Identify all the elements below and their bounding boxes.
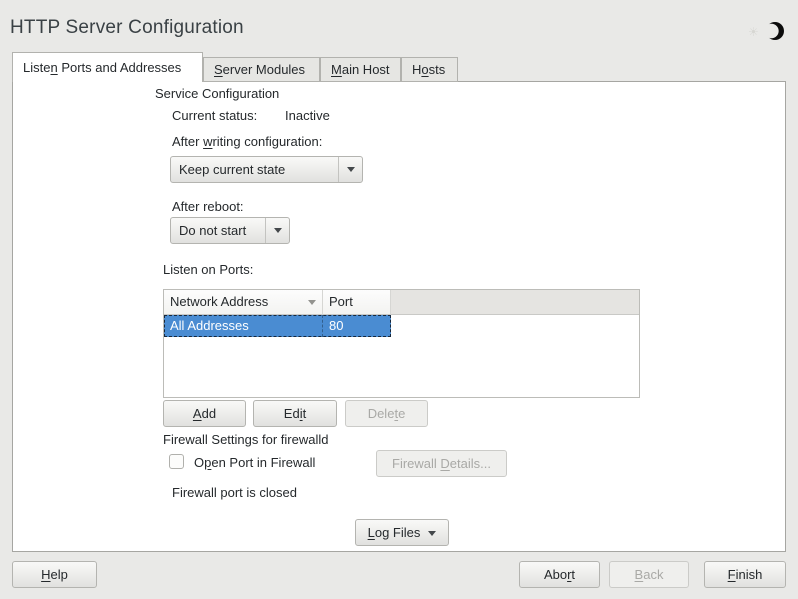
sun-icon: ☀ — [748, 25, 759, 39]
tab-label-part: ain Host — [342, 62, 390, 77]
table-row[interactable]: All Addresses 80 — [164, 315, 391, 337]
button-label-part: Abo — [544, 567, 567, 582]
button-label-mnemonic: B — [635, 567, 644, 582]
after-reboot-select[interactable]: Do not start — [170, 217, 290, 244]
tab-label-mnemonic: S — [214, 62, 223, 77]
button-label-part: t — [303, 406, 307, 421]
label-part: After — [172, 134, 203, 149]
abort-button[interactable]: Abort — [519, 561, 600, 588]
tab-label-part: Ports and Addresses — [58, 60, 182, 75]
column-header-label: Network Address — [170, 290, 268, 314]
finish-button[interactable]: Finish — [704, 561, 786, 588]
sort-desc-icon — [308, 300, 316, 305]
column-header-filler — [391, 290, 639, 315]
tab-label-part: H — [412, 62, 421, 77]
log-files-button[interactable]: Log Files — [355, 519, 449, 546]
firewall-details-button[interactable]: Firewall Details... — [376, 450, 507, 477]
button-label-part: inish — [736, 567, 763, 582]
tab-label-mnemonic: n — [50, 60, 57, 75]
tab-hosts[interactable]: Hosts — [401, 57, 458, 82]
selected-value: Do not start — [171, 223, 265, 238]
selected-value: Keep current state — [171, 162, 338, 177]
help-button[interactable]: Help — [12, 561, 97, 588]
button-label-mnemonic: L — [368, 525, 375, 540]
column-header-label: Port — [329, 290, 353, 314]
service-configuration-heading: Service Configuration — [155, 86, 279, 101]
button-label-mnemonic: H — [41, 567, 50, 582]
after-writing-configuration-label: After writing configuration: — [172, 134, 322, 149]
chevron-down-icon — [428, 531, 436, 536]
button-label-part: og Files — [375, 525, 421, 540]
chevron-down-icon — [338, 157, 362, 182]
button-label-mnemonic: F — [728, 567, 736, 582]
listen-on-ports-label: Listen on Ports: — [163, 262, 253, 277]
label-part: en Port in Firewall — [211, 455, 315, 470]
label-part: O — [194, 455, 204, 470]
listen-ports-table: Network Address Port All Addresses 80 — [163, 289, 640, 398]
back-button[interactable]: Back — [609, 561, 689, 588]
tab-listen-ports-and-addresses[interactable]: Listen Ports and Addresses — [12, 52, 203, 82]
after-reboot-label: After reboot: — [172, 199, 244, 214]
delete-button[interactable]: Delete — [345, 400, 428, 427]
chevron-down-icon — [265, 218, 289, 243]
button-label-mnemonic: D — [440, 456, 449, 471]
button-label-part: Dele — [368, 406, 395, 421]
edit-button[interactable]: Edit — [253, 400, 337, 427]
open-port-in-firewall-checkbox[interactable] — [169, 454, 184, 469]
tab-label-mnemonic: M — [331, 62, 342, 77]
button-label-mnemonic: A — [193, 406, 202, 421]
button-label-part: e — [398, 406, 405, 421]
open-port-in-firewall-label[interactable]: Open Port in Firewall — [194, 455, 315, 470]
tab-server-modules[interactable]: Server Modules — [203, 57, 320, 82]
after-writing-configuration-select[interactable]: Keep current state — [170, 156, 363, 183]
cell-network-address: All Addresses — [164, 315, 323, 337]
cell-port: 80 — [323, 315, 391, 337]
tab-label-part: Liste — [23, 60, 50, 75]
tab-label-part: sts — [429, 62, 446, 77]
button-label-part: Firewall — [392, 456, 440, 471]
tab-main-host[interactable]: Main Host — [320, 57, 401, 82]
button-label-part: t — [571, 567, 575, 582]
firewall-settings-heading: Firewall Settings for firewalld — [163, 432, 328, 447]
column-header-port[interactable]: Port — [323, 290, 391, 315]
label-part: riting configuration: — [212, 134, 322, 149]
firewall-port-status-text: Firewall port is closed — [172, 485, 297, 500]
add-button[interactable]: Add — [163, 400, 246, 427]
tab-label-part: erver Modules — [223, 62, 305, 77]
moon-icon — [766, 22, 784, 40]
table-header-row: Network Address Port — [164, 290, 639, 315]
column-header-network-address[interactable]: Network Address — [164, 290, 323, 315]
current-status-label: Current status: — [172, 108, 257, 123]
button-label-part: etails... — [450, 456, 491, 471]
tab-label-mnemonic: o — [421, 62, 428, 77]
page-title: HTTP Server Configuration — [10, 17, 244, 39]
theme-toggle[interactable]: ☀ — [748, 22, 784, 42]
button-label-part: dd — [202, 406, 216, 421]
button-label-part: elp — [51, 567, 68, 582]
button-label-part: ack — [643, 567, 663, 582]
button-label-part: Ed — [284, 406, 300, 421]
current-status-value: Inactive — [285, 108, 330, 123]
